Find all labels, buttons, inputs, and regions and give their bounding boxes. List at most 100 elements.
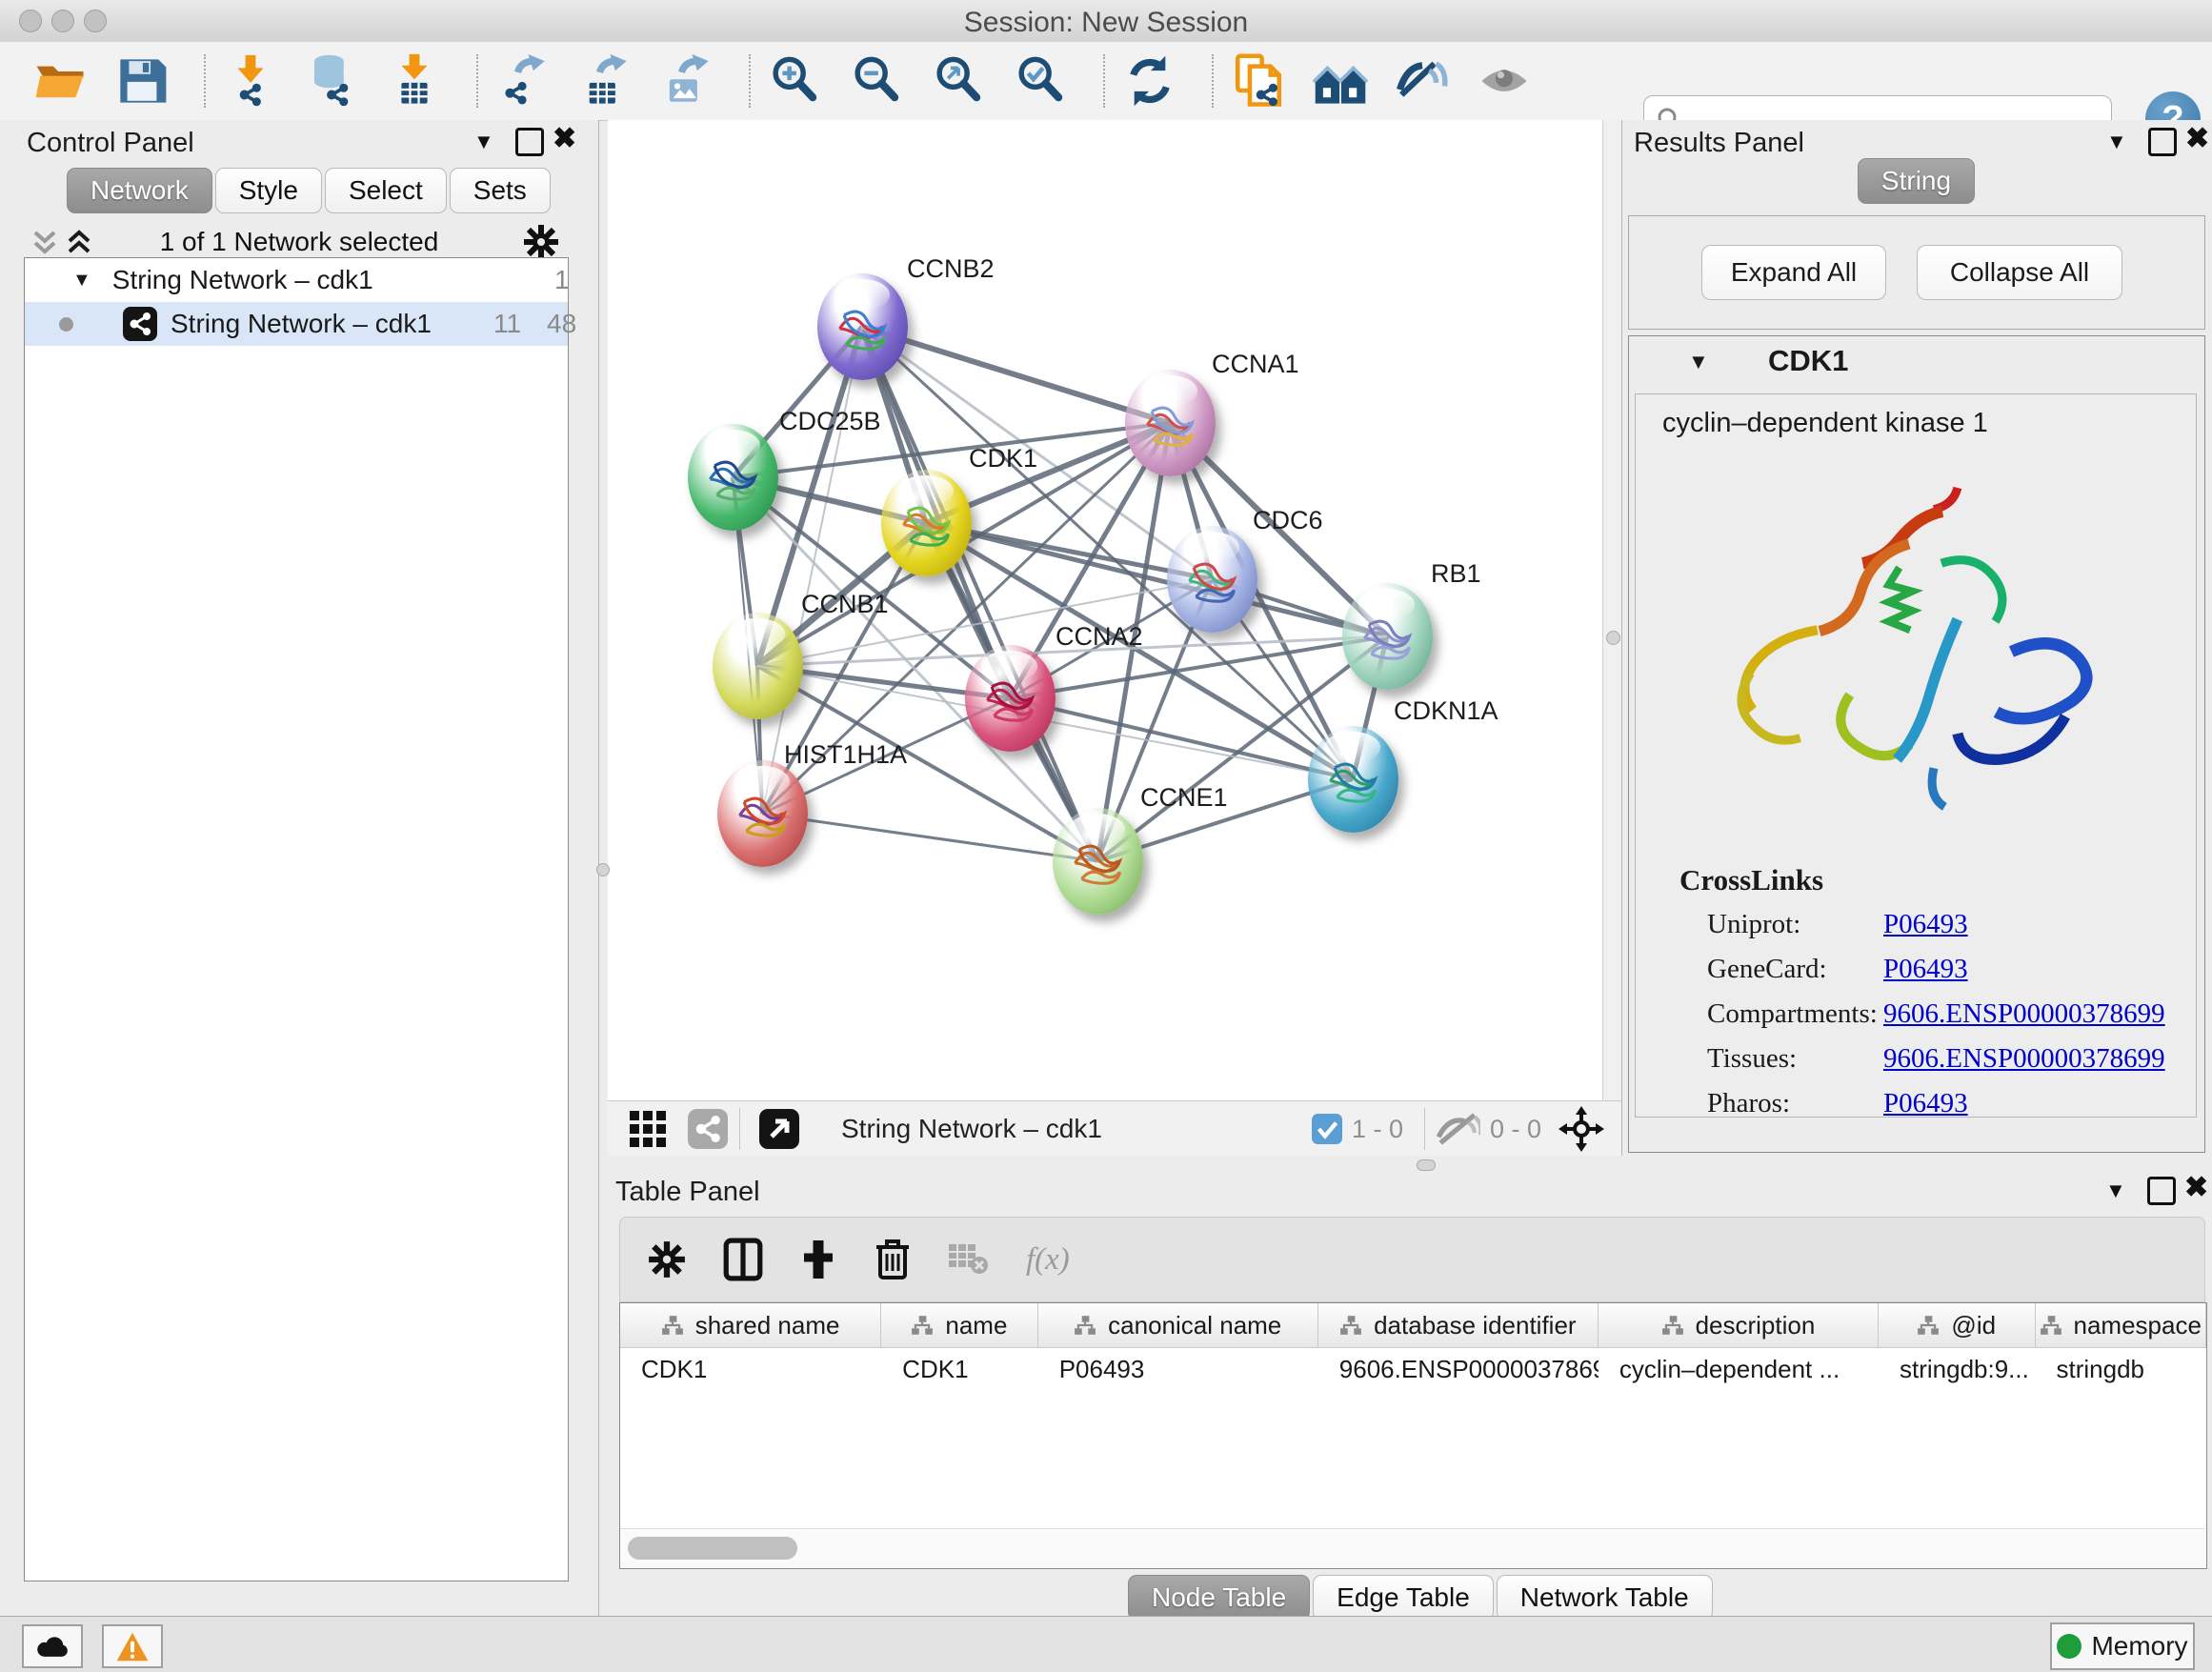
node-cdk1[interactable] [881, 470, 972, 576]
column-header-namespace[interactable]: namespace [2036, 1303, 2206, 1347]
tab-edge-table[interactable]: Edge Table [1313, 1575, 1494, 1621]
tab-select[interactable]: Select [325, 168, 447, 213]
column-header-description[interactable]: description [1599, 1303, 1879, 1347]
cell-name[interactable]: CDK1 [881, 1348, 1038, 1390]
control-panel-menu-icon[interactable]: ▼ [473, 130, 494, 154]
tab-network[interactable]: Network [67, 168, 212, 213]
table-row[interactable]: CDK1CDK1P064939606.ENSP00000378699cyclin… [620, 1348, 2206, 1390]
export-image-icon[interactable] [659, 53, 714, 109]
network-view-toolbar: String Network – cdk1 1 - 0 0 - 0 [608, 1100, 1621, 1158]
node-ccnb1[interactable] [713, 613, 803, 719]
node-ccnb2[interactable] [817, 273, 908, 380]
results-panel-float-icon[interactable] [2148, 128, 2177, 156]
cloud-button[interactable] [22, 1624, 83, 1668]
tab-sets[interactable]: Sets [450, 168, 551, 213]
crosslink-link-genecard[interactable]: P06493 [1883, 954, 1968, 985]
open-session-icon[interactable] [32, 53, 88, 109]
results-splitter[interactable] [1602, 120, 1623, 1100]
crosslink-link-pharos[interactable]: P06493 [1883, 1088, 1968, 1118]
results-splitter-handle[interactable] [1606, 631, 1620, 645]
zoom-fit-icon[interactable] [932, 53, 987, 109]
column-header-canonicalname[interactable]: canonical name [1038, 1303, 1318, 1347]
table-panel-close-icon[interactable]: ✖ [2184, 1177, 2208, 1199]
cell-id[interactable]: stringdb:9... [1879, 1348, 2036, 1390]
table-panel-menu-icon[interactable]: ▼ [2105, 1178, 2126, 1203]
toolbar-separator [749, 54, 751, 108]
memory-button[interactable]: Memory [2050, 1622, 2195, 1670]
node-rb1[interactable] [1342, 583, 1433, 690]
control-panel-close-icon[interactable]: ✖ [553, 128, 576, 151]
import-database-icon[interactable] [305, 53, 360, 109]
cell-canonicalname[interactable]: P06493 [1038, 1348, 1318, 1390]
column-header-id[interactable]: @id [1879, 1303, 2036, 1347]
hide-glasses-icon[interactable] [1395, 53, 1450, 109]
left-splitter-handle[interactable] [596, 863, 610, 876]
table-horizontal-scrollbar[interactable] [620, 1528, 2204, 1567]
save-session-icon[interactable] [114, 53, 170, 109]
copy-network-icon[interactable] [1231, 53, 1286, 109]
network-canvas[interactable]: CCNB2CCNA1CDC25BCDK1CDC6RB1CCNB1CCNA2CDK… [608, 120, 1602, 1100]
node-cdc6[interactable] [1167, 526, 1257, 633]
export-network-icon[interactable] [495, 53, 551, 109]
add-column-icon[interactable] [799, 1239, 837, 1280]
birds-eye-share-icon[interactable] [688, 1109, 728, 1149]
pan-crosshair-icon[interactable] [1558, 1106, 1604, 1152]
warning-button[interactable] [102, 1624, 163, 1668]
results-panel-close-icon[interactable]: ✖ [2185, 128, 2209, 151]
fit-selected-icon[interactable] [759, 1109, 799, 1149]
string-query-icon[interactable] [1313, 53, 1368, 109]
collection-expand-icon[interactable]: ▼ [72, 270, 91, 292]
tab-network-table[interactable]: Network Table [1497, 1575, 1713, 1621]
results-panel-menu-icon[interactable]: ▼ [2106, 130, 2127, 154]
network-node-count: 11 [493, 309, 521, 339]
crosslink-link-compartments[interactable]: 9606.ENSP00000378699 [1883, 998, 2165, 1030]
grid-view-icon[interactable] [629, 1110, 667, 1148]
column-header-sharedname[interactable]: shared name [620, 1303, 881, 1347]
column-header-databaseidentifier[interactable]: database identifier [1318, 1303, 1599, 1347]
network-collection-row[interactable]: ▼ String Network – cdk1 1 [25, 258, 568, 302]
table-splitter-handle[interactable] [1417, 1159, 1436, 1171]
control-panel-float-icon[interactable] [515, 128, 544, 156]
tab-string[interactable]: String [1858, 158, 1975, 204]
zoom-selected-icon[interactable] [1014, 53, 1069, 109]
tab-node-table[interactable]: Node Table [1128, 1575, 1310, 1621]
function-builder-icon[interactable]: f(x) [1026, 1242, 1070, 1278]
export-table-icon[interactable] [577, 53, 633, 109]
crosslink-link-tissues[interactable]: 9606.ENSP00000378699 [1883, 1043, 2165, 1075]
collapse-all-button[interactable]: Collapse All [1917, 245, 2122, 300]
protein-header[interactable]: ▼ CDK1 [1629, 336, 2204, 392]
show-columns-icon[interactable] [723, 1238, 763, 1281]
node-ccna1[interactable] [1125, 370, 1216, 476]
node-ccne1[interactable] [1053, 808, 1143, 915]
show-eye-icon[interactable] [1477, 53, 1532, 109]
import-table-icon[interactable] [387, 53, 442, 109]
control-panel: Control Panel ▼ ✖ NetworkStyleSelectSets… [0, 120, 599, 1616]
cell-sharedname[interactable]: CDK1 [620, 1348, 881, 1390]
cell-databaseidentifier[interactable]: 9606.ENSP00000378699 [1318, 1348, 1599, 1390]
table-scrollbar-thumb[interactable] [628, 1537, 797, 1560]
crosslink-link-uniprot[interactable]: P06493 [1883, 909, 1968, 940]
table-settings-gear-icon[interactable] [647, 1239, 687, 1279]
table-panel-float-icon[interactable] [2147, 1177, 2176, 1205]
zoom-out-icon[interactable] [850, 53, 905, 109]
node-cdc25b[interactable] [688, 424, 778, 531]
column-header-name[interactable]: name [881, 1303, 1038, 1347]
hidden-eye-icon[interactable] [1437, 1111, 1480, 1147]
zoom-in-icon[interactable] [768, 53, 823, 109]
delete-table-icon[interactable] [948, 1243, 990, 1276]
refresh-layout-icon[interactable] [1122, 53, 1177, 109]
import-network-icon[interactable] [223, 53, 278, 109]
tab-style[interactable]: Style [215, 168, 322, 213]
cell-description[interactable]: cyclin–dependent ... [1599, 1348, 1879, 1390]
network-options-gear-icon[interactable] [522, 223, 560, 261]
network-row[interactable]: String Network – cdk1 11 48 [25, 302, 568, 346]
node-cdkn1a[interactable] [1308, 726, 1398, 833]
toolbar-separator [476, 54, 478, 108]
node-hist1h1a[interactable] [717, 760, 808, 867]
expand-all-button[interactable]: Expand All [1701, 245, 1886, 300]
protein-collapse-icon[interactable]: ▼ [1688, 350, 1709, 374]
selected-checkbox-icon[interactable] [1312, 1114, 1342, 1144]
delete-column-trash-icon[interactable] [874, 1238, 912, 1281]
node-ccna2[interactable] [965, 645, 1056, 752]
cell-namespace[interactable]: stringdb [2036, 1348, 2206, 1390]
